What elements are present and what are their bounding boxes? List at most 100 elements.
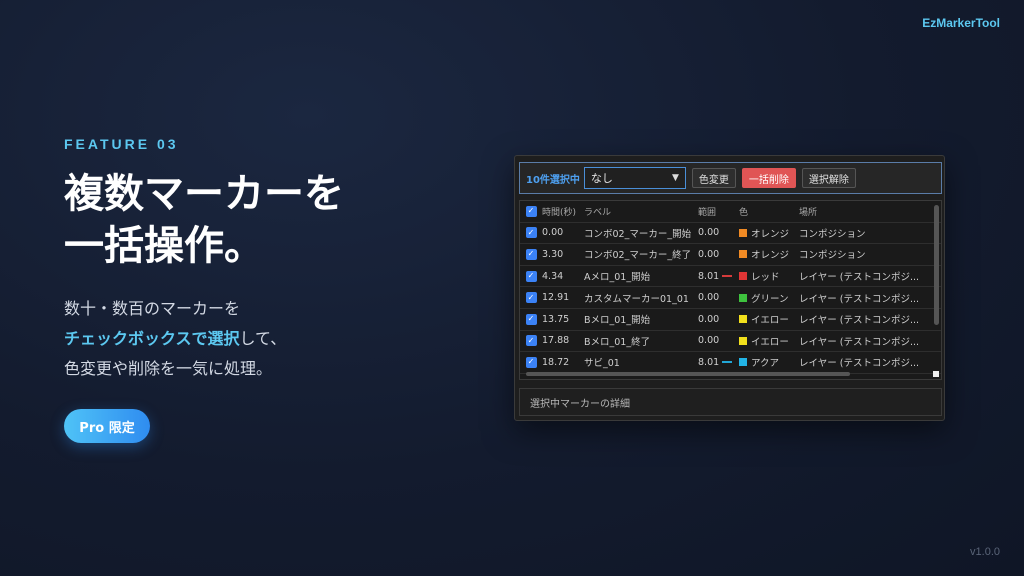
cell-range: 0.00	[698, 292, 739, 303]
cell-place: コンポジション	[799, 250, 866, 262]
cell-time: 4.34	[542, 270, 564, 282]
cell-color-name: イエロー	[751, 315, 789, 327]
description-line-3: 色変更や削除を一気に処理。	[64, 359, 273, 378]
headline: 複数マーカーを 一括操作。	[64, 168, 464, 272]
description-line-1: 数十・数百のマーカーを	[64, 299, 241, 318]
table-row[interactable]: ✓ 18.72 サビ_01 8.01 アクア レイヤー (テストコンポジ...	[520, 352, 941, 374]
row-checkbox[interactable]: ✓	[525, 313, 537, 325]
cell-color: アクア	[739, 355, 799, 369]
selected-marker-details[interactable]: 選択中マーカーの詳細	[519, 388, 942, 416]
brand-name: EzMarkerTool	[922, 16, 1000, 30]
cell-range: 0.00	[698, 249, 739, 260]
cell-color: グリーン	[739, 291, 799, 305]
table-row[interactable]: ✓ 3.30 コンボ02_マーカー_終了 0.00 オレンジ コンポジション	[520, 244, 941, 266]
table-body: ✓ 0.00 コンボ02_マーカー_開始 0.00 オレンジ コンポジション ✓ 3.30 コン…	[520, 223, 941, 374]
row-checkbox[interactable]: ✓	[525, 227, 537, 239]
column-header-range[interactable]: 範囲	[698, 205, 739, 218]
cell-color-name: グリーン	[751, 293, 789, 305]
cell-range: 8.01	[698, 357, 739, 368]
chevron-down-icon: ▼	[672, 173, 679, 183]
cell-color: イエロー	[739, 334, 799, 348]
marker-table: ✓ 時間(秒) ラベル 範囲 色 場所 ✓ 0.00 コンボ02_マーカー_開始 0.…	[519, 200, 942, 380]
row-checkbox[interactable]: ✓	[525, 270, 537, 282]
table-row[interactable]: ✓ 13.75 Bメロ_01_開始 0.00 イエロー レイヤー (テストコンポジ...	[520, 309, 941, 331]
color-swatch	[739, 293, 747, 302]
range-bar	[722, 361, 733, 364]
cell-place: レイヤー (テストコンポジ...	[799, 272, 920, 284]
cell-range-value: 0.00	[698, 248, 720, 260]
table-row[interactable]: ✓ 12.91 カスタムマーカー01_01 0.00 グリーン レイヤー (テストコンポジ…	[520, 287, 941, 309]
cell-color-name: オレンジ	[751, 228, 790, 240]
cell-color: イエロー	[739, 312, 799, 326]
deselect-button[interactable]: 選択解除	[801, 168, 856, 188]
cell-label: コンボ02_マーカー_終了	[584, 250, 692, 262]
cell-place: コンポジション	[799, 228, 866, 240]
feature-label: FEATURE 03	[64, 136, 179, 152]
cell-range-value: 0.00	[698, 227, 720, 239]
cell-color: レッド	[739, 269, 799, 283]
cell-range-value: 0.00	[698, 292, 720, 304]
pro-badge: Pro 限定	[64, 409, 150, 443]
cell-time: 13.75	[542, 313, 570, 325]
cell-label: Bメロ_01_開始	[584, 315, 651, 327]
description-highlight: チェックボックスで選択	[64, 329, 240, 348]
headline-line-2: 一括操作。	[64, 223, 264, 269]
cell-time: 12.91	[542, 292, 570, 304]
cell-place: レイヤー (テストコンポジ...	[799, 336, 920, 348]
cell-label: サビ_01	[584, 358, 620, 370]
range-bar	[722, 275, 733, 278]
scroll-corner	[933, 371, 939, 377]
vertical-scrollbar[interactable]	[934, 205, 939, 325]
color-select-value: なし	[590, 172, 613, 185]
cell-range: 0.00	[698, 335, 739, 346]
cell-range-value: 0.00	[698, 313, 720, 325]
cell-color-name: レッド	[751, 272, 780, 284]
cell-range: 8.01	[698, 271, 739, 282]
cell-color: オレンジ	[739, 226, 799, 240]
cell-color-name: アクア	[751, 358, 780, 370]
toolbar: 10件選択中 なし ▼ 色変更 一括削除 選択解除	[519, 162, 942, 194]
row-checkbox[interactable]: ✓	[525, 356, 537, 368]
row-checkbox[interactable]: ✓	[525, 335, 537, 347]
select-all-checkbox[interactable]: ✓	[525, 205, 537, 217]
color-swatch	[739, 315, 747, 324]
color-swatch	[739, 358, 747, 367]
table-row[interactable]: ✓ 0.00 コンボ02_マーカー_開始 0.00 オレンジ コンポジション	[520, 223, 941, 245]
cell-range: 0.00	[698, 227, 739, 238]
color-change-button[interactable]: 色変更	[691, 168, 736, 188]
cell-color: オレンジ	[739, 247, 799, 261]
table-row[interactable]: ✓ 17.88 Bメロ_01_終了 0.00 イエロー レイヤー (テストコンポジ...	[520, 331, 941, 353]
cell-color-name: オレンジ	[751, 250, 790, 262]
cell-color-name: イエロー	[751, 336, 789, 348]
selected-count: 10件選択中	[526, 174, 580, 186]
version-label: v1.0.0	[970, 546, 1000, 558]
row-checkbox[interactable]: ✓	[525, 292, 537, 304]
color-swatch	[739, 228, 747, 237]
cell-label: Bメロ_01_終了	[584, 336, 651, 348]
description: 数十・数百のマーカーを チェックボックスで選択して、 色変更や削除を一気に処理。	[64, 294, 464, 384]
color-swatch	[739, 250, 747, 259]
bulk-delete-button[interactable]: 一括削除	[741, 168, 796, 188]
app-window: 10件選択中 なし ▼ 色変更 一括削除 選択解除 ✓ 時間(秒) ラベル 範囲…	[514, 155, 945, 421]
details-title: 選択中マーカーの詳細	[530, 398, 630, 410]
cell-label: コンボ02_マーカー_開始	[584, 228, 692, 240]
cell-range-value: 8.01	[698, 270, 720, 282]
cell-label: カスタムマーカー01_01	[584, 293, 689, 305]
column-header-time[interactable]: 時間(秒)	[542, 205, 584, 218]
column-header-label[interactable]: ラベル	[584, 205, 698, 218]
description-line-2-rest: して、	[239, 329, 287, 348]
cell-time: 18.72	[542, 356, 570, 368]
color-select[interactable]: なし ▼	[583, 167, 686, 189]
column-header-color[interactable]: 色	[739, 205, 799, 218]
cell-time: 0.00	[542, 227, 564, 239]
horizontal-scrollbar[interactable]	[526, 372, 850, 376]
table-header: ✓ 時間(秒) ラベル 範囲 色 場所	[520, 201, 941, 223]
cell-range-value: 8.01	[698, 356, 720, 368]
cell-label: Aメロ_01_開始	[584, 272, 651, 284]
cell-place: レイヤー (テストコンポジ...	[799, 315, 920, 327]
row-checkbox[interactable]: ✓	[525, 248, 537, 260]
cell-range-value: 0.00	[698, 335, 720, 347]
cell-time: 3.30	[542, 248, 564, 260]
table-row[interactable]: ✓ 4.34 Aメロ_01_開始 8.01 レッド レイヤー (テストコンポジ...	[520, 266, 941, 288]
column-header-place[interactable]: 場所	[799, 205, 923, 218]
